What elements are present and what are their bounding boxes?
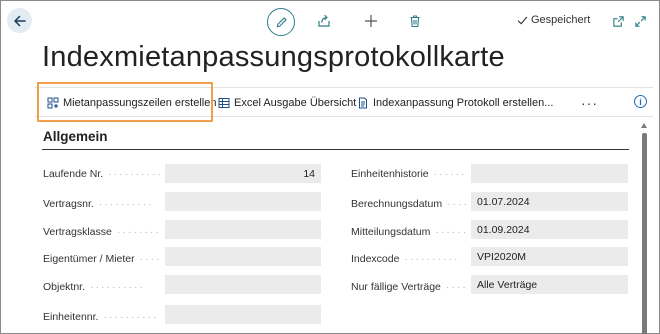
- trash-icon: [410, 15, 420, 28]
- card-page: Gespeichert Indexmietanpassungsprotokoll…: [0, 0, 660, 334]
- field-label-vertragsklasse: Vertragsklasse··········: [43, 226, 161, 238]
- vertical-scrollbar[interactable]: [641, 123, 647, 334]
- field-mitteilungsdatum[interactable]: 01.09.2024: [471, 220, 628, 239]
- scroll-up-arrow-icon[interactable]: [641, 123, 647, 128]
- new-button[interactable]: [364, 14, 378, 28]
- excel-output-overview-label: Excel Ausgabe Übersicht: [234, 97, 357, 109]
- field-laufende-nr[interactable]: 14: [165, 164, 321, 183]
- field-objektnr[interactable]: [165, 275, 321, 294]
- field-label-vertragsnr: Vertragsnr. ··········: [43, 198, 154, 210]
- excel-output-overview-button[interactable]: Excel Ausgabe Übersicht: [218, 88, 356, 118]
- plus-icon: [364, 14, 378, 28]
- info-icon[interactable]: i: [634, 95, 647, 108]
- open-new-window-button[interactable]: [611, 14, 625, 28]
- expand-icon: [634, 15, 646, 27]
- field-label-einheitenhistorie: Einheitenhistorie··········: [351, 168, 467, 180]
- section-title[interactable]: Allgemein: [43, 129, 108, 144]
- document-report-icon: [359, 97, 367, 109]
- edit-button[interactable]: [267, 8, 295, 36]
- highlight-frame: [37, 82, 213, 122]
- share-icon: [318, 14, 330, 27]
- create-index-adjustment-protocol-button[interactable]: Indexanpassung Protokoll erstellen...: [357, 88, 553, 118]
- pencil-icon: [276, 16, 287, 27]
- share-button[interactable]: [317, 14, 331, 28]
- field-label-einheitennr: Einheitennr. ··········: [43, 311, 159, 323]
- open-in-new-window-icon: [612, 15, 624, 27]
- create-index-adjustment-protocol-label: Indexanpassung Protokoll erstellen...: [373, 97, 554, 109]
- field-label-nur-faellige-vertraege: Nur fällige Verträge··········: [351, 281, 467, 293]
- field-eigentuemer-mieter[interactable]: [165, 247, 321, 266]
- arrow-left-icon: [13, 15, 26, 26]
- field-berechnungsdatum[interactable]: 01.07.2024: [471, 192, 628, 211]
- field-label-objektnr: Objektnr. ··········: [43, 281, 145, 293]
- field-label-mitteilungsdatum: Mitteilungsdatum··········: [351, 226, 467, 238]
- section-divider: [42, 149, 629, 150]
- save-status-label: Gespeichert: [531, 14, 591, 26]
- field-einheitenhistorie[interactable]: [471, 164, 628, 183]
- field-label-berechnungsdatum: Berechnungsdatum··········: [351, 198, 467, 210]
- field-einheitennr[interactable]: [165, 305, 321, 324]
- expand-button[interactable]: [633, 14, 647, 28]
- field-vertragsnr[interactable]: [165, 192, 321, 211]
- save-status: Gespeichert: [517, 14, 590, 26]
- field-indexcode[interactable]: VPI2020M: [471, 247, 628, 266]
- field-label-indexcode: Indexcode ··········: [351, 253, 460, 265]
- field-label-eigentuemer-mieter: Eigentümer / Mieter··········: [43, 253, 161, 265]
- more-actions-button[interactable]: ···: [581, 88, 598, 118]
- page-title: Indexmietanpassungsprotokollkarte: [42, 41, 505, 73]
- field-label-laufende-nr: Laufende Nr. ··········: [43, 168, 161, 180]
- back-button[interactable]: [7, 8, 32, 33]
- checkmark-icon: [517, 16, 528, 24]
- delete-button[interactable]: [408, 14, 422, 28]
- field-nur-faellige-vertraege[interactable]: Alle Verträge: [471, 275, 628, 294]
- scrollbar-thumb[interactable]: [642, 133, 647, 334]
- field-vertragsklasse[interactable]: [165, 220, 321, 239]
- excel-table-icon: [218, 98, 230, 108]
